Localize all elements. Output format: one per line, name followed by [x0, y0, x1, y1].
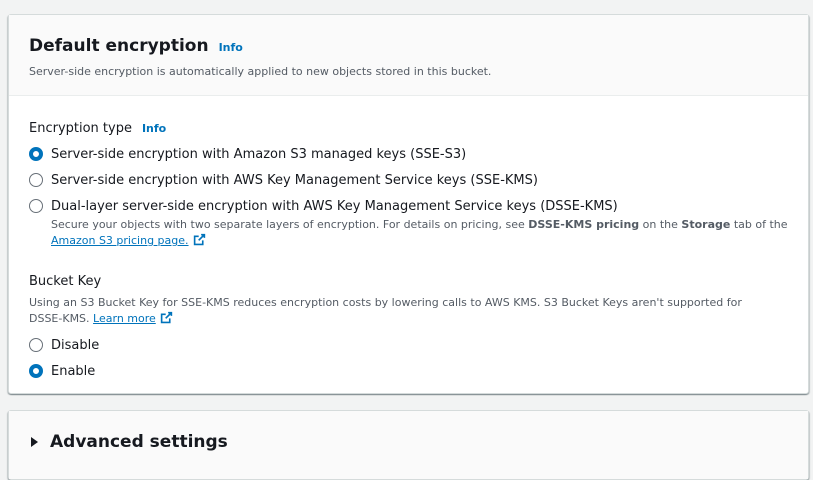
encryption-type-label: Encryption type [29, 121, 132, 136]
radio-sse-kms[interactable] [29, 173, 43, 187]
external-link-icon[interactable] [193, 233, 206, 251]
radio-option-dsse-kms[interactable]: Dual-layer server-side encryption with A… [29, 198, 788, 251]
default-encryption-panel: Default encryption Info Server-side encr… [8, 14, 809, 394]
dsse-desc-suffix: tab of the [730, 218, 788, 231]
dsse-kms-pricing-text: DSSE-KMS pricing [528, 218, 640, 231]
learn-more-link[interactable]: Learn more [93, 312, 156, 325]
dsse-desc-prefix: Secure your objects with two separate la… [51, 218, 529, 231]
default-encryption-body: Encryption type Info Server-side encrypt… [9, 96, 808, 381]
radio-sse-s3[interactable] [29, 147, 43, 161]
encryption-type-info-link[interactable]: Info [142, 122, 166, 135]
default-encryption-description: Server-side encryption is automatically … [29, 65, 492, 78]
radio-sse-kms-label: Server-side encryption with AWS Key Mana… [51, 173, 538, 188]
radio-dsse-kms-label: Dual-layer server-side encryption with A… [51, 199, 618, 214]
radio-option-sse-kms[interactable]: Server-side encryption with AWS Key Mana… [29, 172, 788, 190]
bucket-key-section: Bucket Key Using an S3 Bucket Key for SS… [29, 273, 788, 381]
dsse-kms-description: Secure your objects with two separate la… [51, 217, 788, 251]
radio-option-disable[interactable]: Disable [29, 337, 788, 355]
default-encryption-title: Default encryption [29, 36, 209, 56]
radio-sse-s3-label: Server-side encryption with Amazon S3 ma… [51, 147, 467, 162]
storage-tab-text: Storage [681, 218, 731, 231]
external-link-icon[interactable] [160, 311, 173, 329]
s3-pricing-page-link[interactable]: Amazon S3 pricing page. [51, 234, 189, 247]
bucket-key-description: Using an S3 Bucket Key for SSE-KMS reduc… [29, 295, 769, 329]
advanced-settings-panel: Advanced settings [8, 410, 809, 480]
default-encryption-info-link[interactable]: Info [219, 41, 243, 54]
radio-option-enable[interactable]: Enable [29, 363, 788, 381]
radio-enable-label: Enable [51, 364, 96, 379]
radio-disable-label: Disable [51, 338, 100, 353]
default-encryption-header: Default encryption Info Server-side encr… [9, 15, 808, 96]
radio-bucket-key-disable[interactable] [29, 338, 43, 352]
radio-option-sse-s3[interactable]: Server-side encryption with Amazon S3 ma… [29, 146, 788, 164]
advanced-settings-toggle[interactable]: Advanced settings [9, 411, 808, 479]
dsse-desc-mid: on the [639, 218, 682, 231]
bucket-key-label: Bucket Key [29, 274, 102, 289]
caret-right-icon[interactable] [31, 437, 38, 447]
advanced-settings-title: Advanced settings [50, 432, 228, 452]
radio-dsse-kms[interactable] [29, 199, 43, 213]
radio-bucket-key-enable[interactable] [29, 364, 43, 378]
